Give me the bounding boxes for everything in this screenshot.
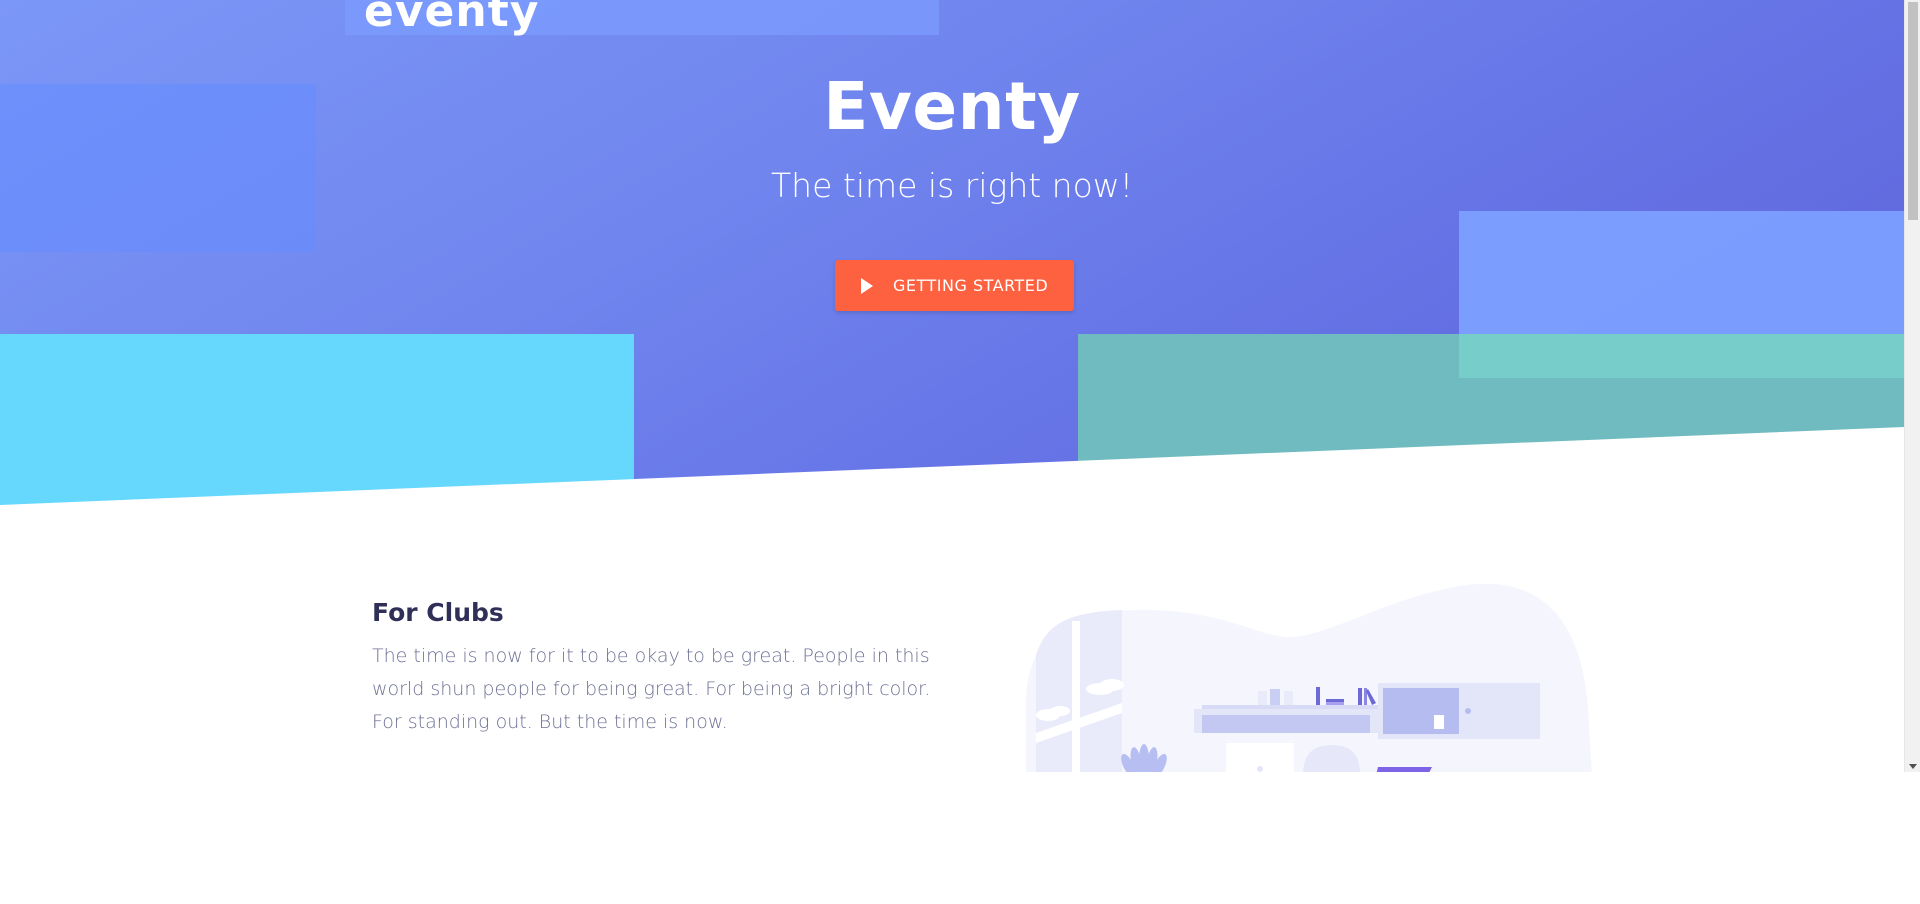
hero-subtitle: The time is right now! xyxy=(771,166,1133,205)
office-illustration xyxy=(1026,583,1592,772)
chevron-down-icon[interactable] xyxy=(1909,764,1917,769)
section-title: For Clubs xyxy=(372,598,504,627)
hero-title: Eventy xyxy=(823,68,1081,145)
vertical-scrollbar[interactable] xyxy=(1904,0,1920,772)
page-viewport: eventy Eventy The time is right now! GET… xyxy=(0,0,1904,772)
scrollbar-thumb[interactable] xyxy=(1908,2,1918,220)
brand-logo[interactable]: eventy xyxy=(364,0,539,37)
getting-started-button[interactable]: GETTING STARTED xyxy=(835,260,1074,311)
hero-section: eventy Eventy The time is right now! GET… xyxy=(0,0,1904,505)
section-body: The time is now for it to be okay to be … xyxy=(372,645,931,733)
getting-started-label: GETTING STARTED xyxy=(893,276,1049,295)
play-icon xyxy=(861,277,873,294)
